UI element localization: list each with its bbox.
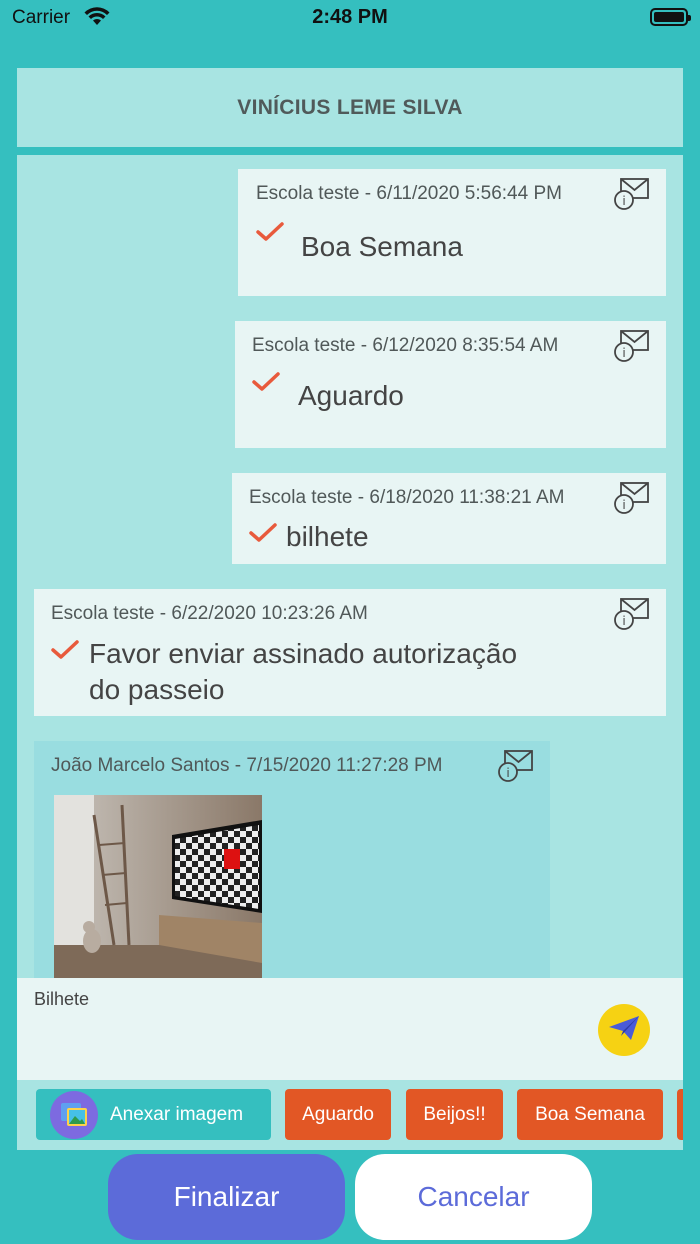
send-button[interactable]: [598, 1004, 650, 1056]
check-icon: [249, 522, 277, 544]
message-bubble[interactable]: Escola teste - 6/22/2020 10:23:26 AM i F…: [34, 589, 666, 716]
attach-image-label: Anexar imagem: [110, 1103, 244, 1125]
message-text: Boa Semana: [301, 231, 463, 262]
attached-photo[interactable]: [54, 795, 262, 978]
battery-icon: [650, 8, 691, 26]
message-text: bilhete: [286, 521, 369, 552]
message-text-line1: Favor enviar assinado autorização: [89, 638, 518, 669]
mail-info-icon[interactable]: i: [614, 597, 650, 631]
message-meta: Escola teste - 6/11/2020 5:56:44 PM: [256, 183, 562, 204]
finalize-button[interactable]: Finalizar: [108, 1154, 345, 1240]
message-meta: Escola teste - 6/12/2020 8:35:54 AM: [252, 335, 559, 356]
check-icon: [252, 371, 280, 393]
mail-info-icon[interactable]: i: [498, 749, 534, 783]
svg-text:i: i: [622, 614, 625, 628]
message-meta: Escola teste - 6/18/2020 11:38:21 AM: [249, 487, 565, 508]
quick-reply-boa-semana[interactable]: Boa Semana: [517, 1089, 663, 1140]
message-input[interactable]: Bilhete: [17, 978, 683, 1080]
svg-text:i: i: [622, 194, 625, 208]
mail-info-icon[interactable]: i: [614, 329, 650, 363]
status-bar: Carrier 2:48 PM: [0, 0, 700, 36]
svg-text:i: i: [622, 498, 625, 512]
svg-text:i: i: [506, 766, 509, 780]
mail-info-icon[interactable]: i: [614, 177, 650, 211]
message-meta: Escola teste - 6/22/2020 10:23:26 AM: [51, 603, 368, 624]
message-bubble[interactable]: Escola teste - 6/11/2020 5:56:44 PM i Bo…: [238, 169, 666, 296]
check-icon: [256, 221, 284, 243]
message-list[interactable]: Escola teste - 6/11/2020 5:56:44 PM i Bo…: [17, 155, 683, 978]
quick-reply-aguardo[interactable]: Aguardo: [285, 1089, 391, 1140]
message-meta: João Marcelo Santos - 7/15/2020 11:27:28…: [51, 755, 443, 776]
contact-name: VINÍCIUS LEME SILVA: [237, 95, 463, 119]
message-bubble-image[interactable]: João Marcelo Santos - 7/15/2020 11:27:28…: [34, 741, 550, 978]
message-bubble[interactable]: Escola teste - 6/18/2020 11:38:21 AM i b…: [232, 473, 666, 564]
clock: 2:48 PM: [312, 6, 388, 28]
input-label: Bilhete: [34, 989, 90, 1009]
check-icon: [51, 639, 79, 661]
message-text-line2: do passeio: [89, 674, 225, 705]
send-icon: [607, 1014, 641, 1047]
message-bubble[interactable]: Escola teste - 6/12/2020 8:35:54 AM i Ag…: [235, 321, 666, 448]
contact-header: VINÍCIUS LEME SILVA: [17, 68, 683, 147]
mail-info-icon[interactable]: i: [614, 481, 650, 515]
message-text: Aguardo: [298, 380, 404, 411]
svg-text:i: i: [622, 346, 625, 360]
cancel-button[interactable]: Cancelar: [355, 1154, 592, 1240]
quick-reply-more[interactable]: [677, 1089, 683, 1140]
quick-reply-bar[interactable]: Anexar imagem Aguardo Beijos!! Boa Seman…: [17, 1080, 683, 1150]
quick-reply-beijos[interactable]: Beijos!!: [406, 1089, 503, 1140]
attach-image-button[interactable]: Anexar imagem: [36, 1089, 271, 1140]
gallery-icon: [50, 1090, 98, 1139]
